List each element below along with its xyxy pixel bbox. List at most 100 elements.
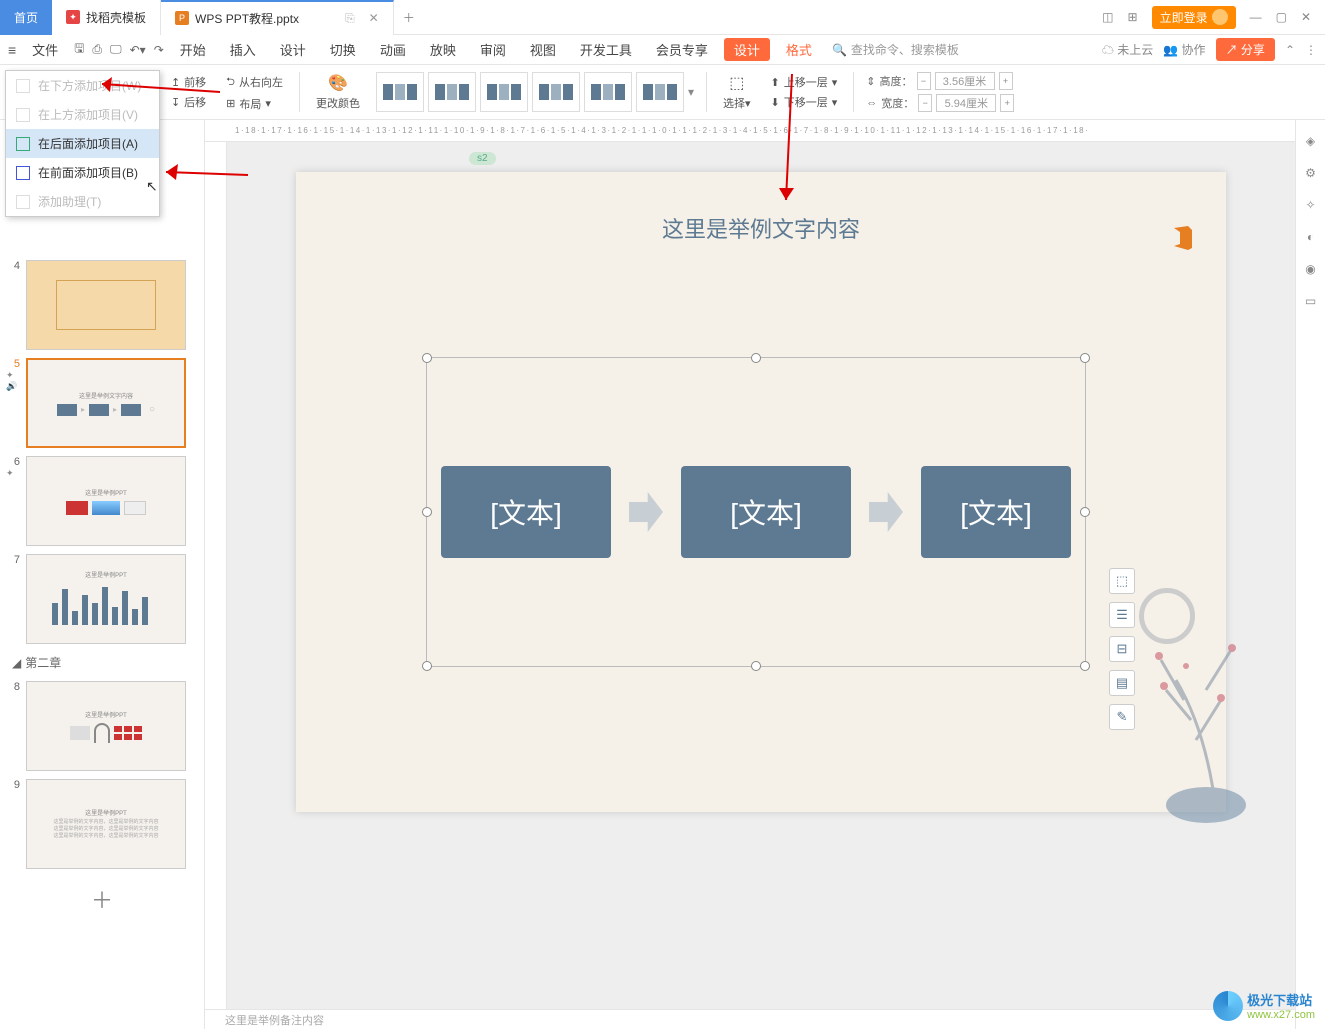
hamburger-icon[interactable]: ≡ [8, 42, 16, 58]
decrease-width[interactable]: − [918, 94, 932, 112]
new-slide-button[interactable]: ＋ [0, 873, 204, 925]
above-icon [16, 108, 30, 122]
menu-add-assistant-label: 添加助理(T) [38, 193, 101, 210]
titlebar: 首页 ✦ 找稻壳模板 P WPS PPT教程.pptx ⎘ ✕ ＋ ◫ ⊞ 立即… [0, 0, 1325, 35]
save-icon[interactable]: 🖫 [74, 39, 84, 60]
tab-document[interactable]: P WPS PPT教程.pptx ⎘ ✕ [161, 0, 394, 35]
rtl-button[interactable]: ⮌从右向左 [222, 73, 287, 92]
login-button[interactable]: 立即登录 [1152, 6, 1236, 29]
maximize-icon[interactable]: ▢ [1276, 10, 1287, 24]
width-label: 宽度： [881, 95, 914, 111]
panel-icon[interactable]: ◈ [1306, 134, 1315, 148]
menu-format[interactable]: 格式 [778, 40, 820, 59]
redo-icon[interactable]: ↷ [154, 43, 164, 57]
slide-thumb-4[interactable] [26, 260, 186, 350]
chevron-down-icon: ▾ [832, 96, 838, 109]
sel-handle[interactable] [1080, 353, 1090, 363]
tab-close-icon[interactable]: ✕ [369, 11, 379, 25]
cloud-status[interactable]: ☁ 未上云 [1102, 41, 1153, 58]
thumb-row[interactable]: 4 [0, 256, 204, 354]
smartart-node[interactable]: [文本] [681, 466, 851, 558]
undo-icon[interactable]: ↶▾ [130, 43, 146, 57]
share-icon: ↗ [1226, 43, 1238, 57]
menu-view[interactable]: 视图 [522, 40, 564, 59]
layout1-icon[interactable]: ◫ [1102, 10, 1113, 24]
style-thumb[interactable] [584, 72, 632, 112]
slide-canvas[interactable]: 这里是举例文字内容 [文本] [文本] [296, 172, 1226, 812]
panel-icon[interactable]: ⚙ [1305, 166, 1316, 180]
share-button[interactable]: ↗ 分享 [1216, 38, 1275, 61]
slide-number: 7 [6, 554, 20, 566]
sel-handle[interactable] [751, 661, 761, 671]
sel-handle[interactable] [751, 353, 761, 363]
slide-thumb-9[interactable]: 这里是举例PPT这里是举例的文字内容，这里是举例的文字内容这里是举例的文字内容，… [26, 779, 186, 869]
select-button[interactable]: ⬚ 选择▾ [719, 73, 755, 111]
slide-thumb-5[interactable]: 这里是举例文字内容▸▸○ [26, 358, 186, 448]
panel-icon[interactable]: ✧ [1305, 198, 1315, 212]
after-icon [16, 137, 30, 151]
apps-icon[interactable]: ⊞ [1128, 10, 1138, 24]
menu-animation[interactable]: 动画 [372, 40, 414, 59]
panel-icon[interactable]: ◐ [1307, 230, 1314, 244]
notes-bar[interactable]: 这里是举例备注内容 [205, 1009, 1295, 1029]
style-thumb[interactable] [376, 72, 424, 112]
slide-thumb-8[interactable]: 这里是举例PPT [26, 681, 186, 771]
preview-icon[interactable]: 🖵 [110, 42, 122, 57]
menu-add-assistant[interactable]: 添加助理(T) [6, 187, 159, 216]
menu-design-button[interactable]: 设计 [724, 38, 770, 61]
menu-dev[interactable]: 开发工具 [572, 40, 640, 59]
sel-handle[interactable] [422, 661, 432, 671]
tab-add[interactable]: ＋ [394, 9, 424, 26]
menu-transition[interactable]: 切换 [322, 40, 364, 59]
slide-thumb-6[interactable]: 这里是举例PPT [26, 456, 186, 546]
menu-insert[interactable]: 插入 [222, 40, 264, 59]
smartart-node[interactable]: [文本] [441, 466, 611, 558]
arrow-icon [629, 492, 663, 532]
style-thumb[interactable] [428, 72, 476, 112]
more-icon[interactable]: ⋮ [1305, 43, 1317, 57]
tab-template[interactable]: ✦ 找稻壳模板 [52, 0, 161, 35]
increase-width[interactable]: + [1000, 94, 1014, 112]
width-input[interactable] [936, 94, 996, 112]
menu-member[interactable]: 会员专享 [648, 40, 716, 59]
print-icon[interactable]: ⎙ [92, 42, 102, 57]
menu-review[interactable]: 审阅 [472, 40, 514, 59]
recolor-button[interactable]: 🎨 更改颜色 [312, 73, 364, 111]
decrease-height[interactable]: − [917, 72, 931, 90]
ppt-icon: P [175, 11, 189, 25]
minimize-icon[interactable]: — [1250, 10, 1262, 24]
menu-add-before[interactable]: 在前面添加项目(B) [6, 158, 159, 187]
style-thumb[interactable] [480, 72, 528, 112]
slide-title[interactable]: 这里是举例文字内容 [296, 212, 1226, 244]
smartart-shape[interactable]: [文本] [文本] [文本] ⬚ ☰ ⊟ ▤ ✎ [426, 357, 1086, 667]
menu-file[interactable]: 文件 [24, 40, 66, 59]
menu-slideshow[interactable]: 放映 [422, 40, 464, 59]
tab-sync-icon: ⎘ [345, 11, 355, 26]
close-icon[interactable]: ✕ [1301, 10, 1311, 24]
height-input[interactable] [935, 72, 995, 90]
smartart-node[interactable]: [文本] [921, 466, 1071, 558]
watermark-name: 极光下载站 [1247, 990, 1315, 1009]
tab-home[interactable]: 首页 [0, 0, 52, 35]
menu-design[interactable]: 设计 [272, 40, 314, 59]
slide-thumb-7[interactable]: 这里是举例PPT [26, 554, 186, 644]
star-icon: ✦ [6, 468, 20, 479]
panel-icon[interactable]: ▭ [1305, 294, 1316, 308]
panel-icon[interactable]: ◉ [1305, 262, 1315, 276]
search-icon: 🔍 [832, 43, 847, 57]
chevron-down-icon[interactable]: ⌃ [1285, 43, 1295, 57]
canvas-scroll[interactable]: 🔊 s2 这里是举例文字内容 [文本] [205, 142, 1295, 1009]
layout-button[interactable]: ⊞布局▾ [222, 96, 287, 112]
increase-height[interactable]: + [999, 72, 1013, 90]
style-thumb[interactable] [636, 72, 684, 112]
collab-button[interactable]: 👥 协作 [1163, 41, 1205, 58]
search-box[interactable]: 🔍 查找命令、搜索模板 [832, 41, 959, 58]
width-icon: ⇔ [866, 97, 877, 109]
menu-start[interactable]: 开始 [172, 40, 214, 59]
menu-add-after[interactable]: 在后面添加项目(A) [6, 129, 159, 158]
smartart-gallery[interactable]: ▾ [376, 72, 694, 112]
section-header[interactable]: ◢第二章 [0, 648, 204, 677]
gallery-more-icon[interactable]: ▾ [688, 85, 694, 99]
sel-handle[interactable] [422, 353, 432, 363]
style-thumb[interactable] [532, 72, 580, 112]
